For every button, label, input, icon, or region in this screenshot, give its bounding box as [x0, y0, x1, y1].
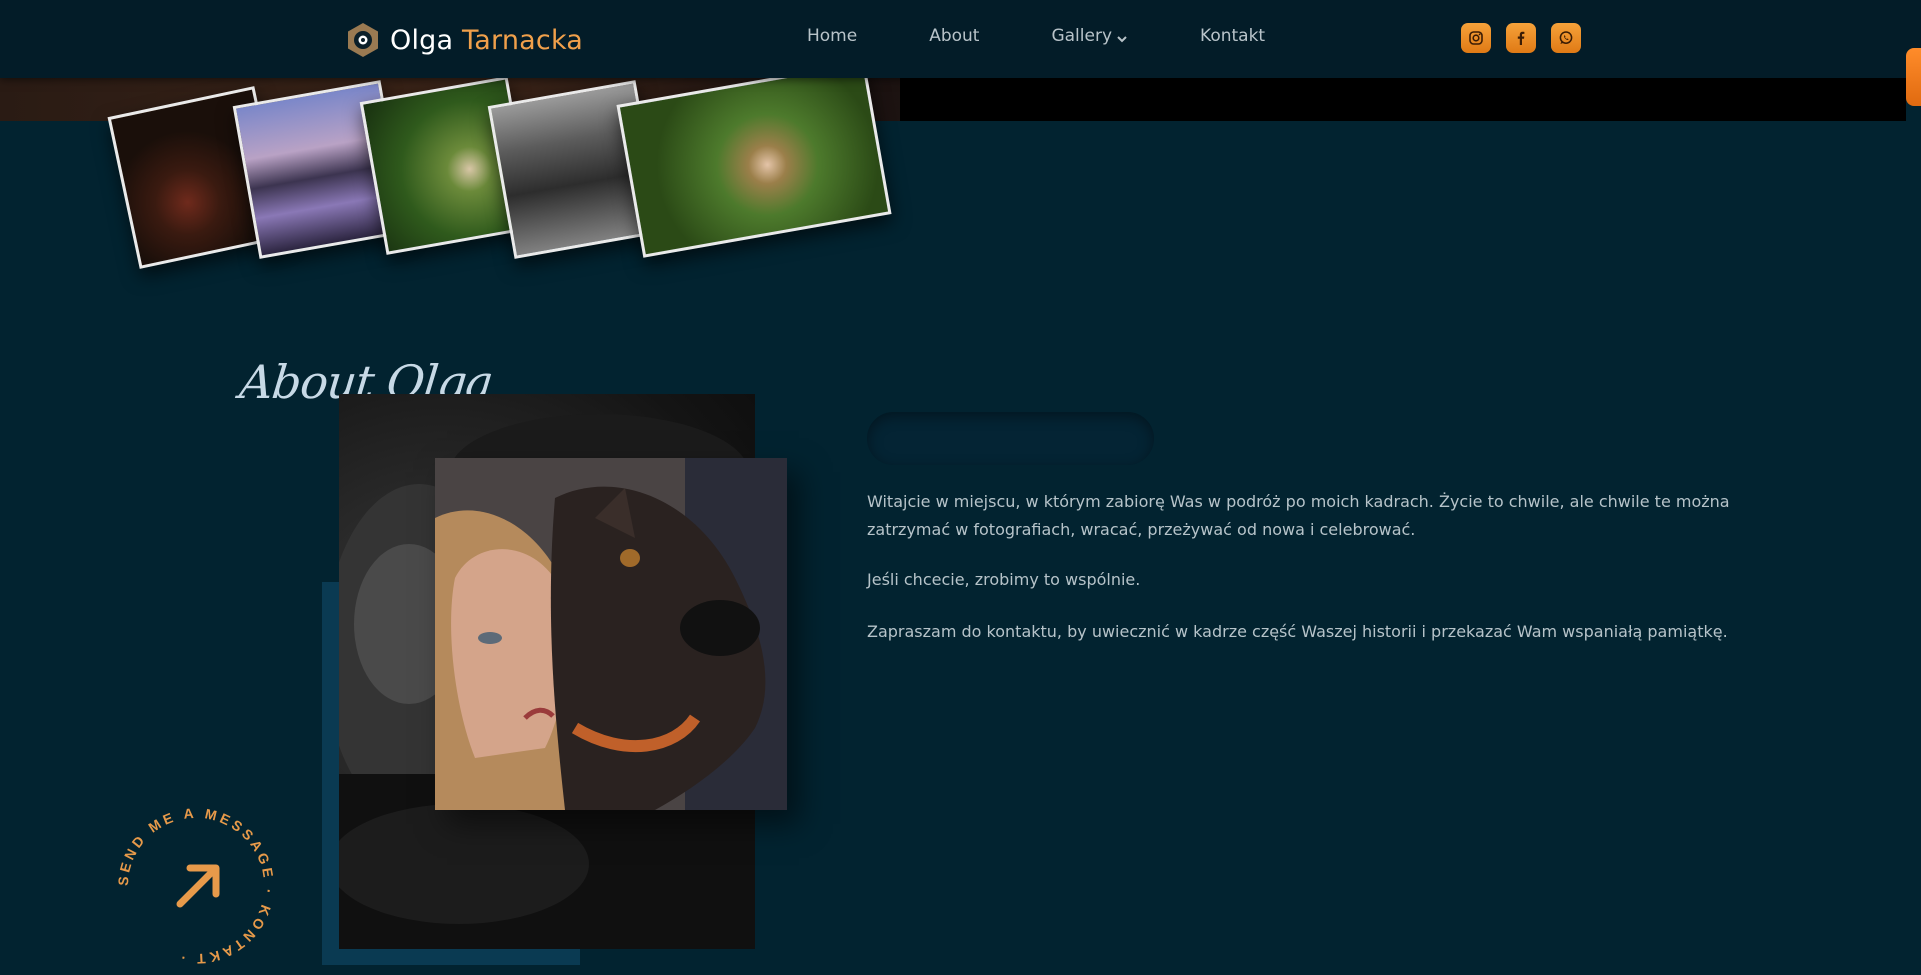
about-paragraph-1: Witajcie w miejscu, w którym zabiorę Was… — [867, 492, 1730, 539]
logo-text: Olga Tarnacka — [390, 25, 583, 56]
nav-home-label: Home — [807, 26, 858, 46]
scrollbar-thumb[interactable] — [1906, 48, 1921, 106]
send-message-badge[interactable]: SEND ME A MESSAGE · KONTAKT · — [115, 805, 276, 968]
photo-fan — [107, 61, 910, 290]
nav-home[interactable]: Home — [807, 26, 857, 46]
nav-kontakt-label: Kontakt — [1200, 26, 1266, 46]
about-photo-color — [435, 458, 787, 810]
camera-logo-icon — [344, 21, 382, 59]
facebook-icon[interactable] — [1506, 23, 1536, 53]
nav-kontakt[interactable]: Kontakt — [1200, 26, 1265, 46]
nav-gallery[interactable]: Gallery — [1051, 26, 1128, 46]
about-heading-pill — [867, 412, 1154, 465]
nav-gallery-label: Gallery — [1051, 26, 1113, 46]
logo[interactable]: Olga Tarnacka — [344, 18, 583, 62]
arrow-up-right-icon — [176, 864, 220, 908]
chevron-down-icon — [1116, 30, 1128, 43]
logo-first: Olga — [390, 24, 454, 56]
strip-dark-band — [900, 78, 1906, 121]
about-paragraph-3: Zapraszam do kontaktu, by uwiecznić w ka… — [867, 622, 1728, 641]
site-header: Olga Tarnacka Home About Gallery Kontakt — [0, 0, 1921, 78]
instagram-icon[interactable] — [1461, 23, 1491, 53]
about-paragraph-2: Jeśli chcecie, zrobimy to wspólnie. — [867, 570, 1141, 589]
logo-last: Tarnacka — [462, 24, 584, 56]
nav-about[interactable]: About — [929, 26, 979, 46]
whatsapp-icon[interactable] — [1551, 23, 1581, 53]
nav-about-label: About — [929, 26, 980, 46]
photo-thumb-girl-sunflowers[interactable] — [616, 61, 892, 258]
social-links — [1461, 23, 1596, 53]
main-nav: Home About Gallery Kontakt — [807, 26, 1337, 46]
